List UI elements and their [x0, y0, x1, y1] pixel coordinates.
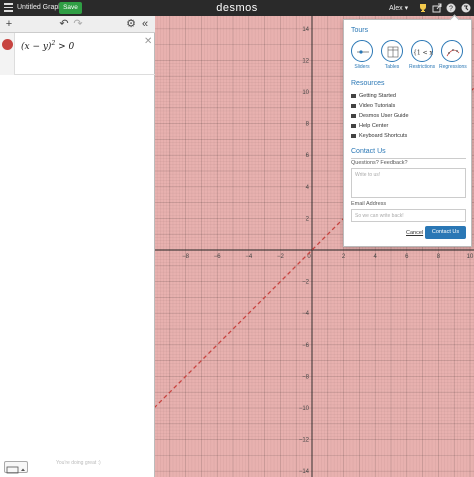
- menu-icon[interactable]: [4, 3, 13, 13]
- tour-label: Sliders: [354, 64, 370, 70]
- graph-color-icon[interactable]: [2, 39, 13, 50]
- x-tick-label: −6: [214, 254, 222, 260]
- y-tick-label: −4: [302, 311, 310, 317]
- delete-expression-icon[interactable]: ✕: [144, 36, 152, 47]
- tour-tables[interactable]: Tables: [379, 40, 405, 70]
- divider: [351, 158, 466, 159]
- expression-comparison: > 0: [55, 42, 75, 52]
- expression-panel: + ↶ ↷ ⚙ « (x − y)2 > 0 ✕ You're doing gr…: [0, 16, 155, 477]
- svg-text:?: ?: [449, 6, 453, 13]
- resource-getting-started[interactable]: Getting Started: [351, 93, 396, 99]
- resource-label: Keyboard Shortcuts: [359, 133, 408, 139]
- video-icon: [351, 103, 356, 108]
- tours-heading: Tours: [351, 27, 369, 34]
- resources-heading: Resources: [351, 80, 385, 87]
- y-tick-label: 12: [302, 58, 309, 64]
- save-button[interactable]: Save: [59, 2, 82, 14]
- rocket-icon: [351, 93, 356, 98]
- desmos-app: Untitled Graph Save desmos Alex ▾ ? + ↶ …: [0, 0, 474, 477]
- y-tick-label: 10: [302, 90, 309, 96]
- resource-video-tutorials[interactable]: Video Tutorials: [351, 103, 395, 109]
- expression-math[interactable]: (x − y)2 > 0: [21, 40, 74, 52]
- resource-keyboard-shortcuts[interactable]: Keyboard Shortcuts: [351, 133, 407, 139]
- resource-label: Desmos User Guide: [359, 113, 409, 119]
- x-tick-label: −2: [277, 254, 285, 260]
- y-tick-label: −14: [299, 469, 310, 475]
- expression-row[interactable]: (x − y)2 > 0 ✕: [0, 33, 155, 75]
- trophy-icon[interactable]: [418, 3, 428, 13]
- y-tick-label: 14: [302, 27, 309, 33]
- x-tick-label: −4: [245, 254, 253, 260]
- collapse-panel-icon[interactable]: «: [139, 18, 151, 30]
- undo-icon[interactable]: ↶: [58, 18, 70, 30]
- contact-us-button[interactable]: Contact Us: [425, 226, 466, 239]
- graph-title[interactable]: Untitled Graph: [17, 4, 62, 11]
- resource-label: Getting Started: [359, 93, 396, 99]
- regression-icon: [441, 40, 463, 62]
- expression-toolbar: + ↶ ↷ ⚙ «: [0, 16, 155, 33]
- email-input[interactable]: So we can write back!: [351, 209, 466, 222]
- top-header: Untitled Graph Save desmos Alex ▾ ?: [0, 0, 474, 16]
- y-tick-label: −10: [299, 406, 310, 412]
- settings-icon[interactable]: ⚙: [125, 18, 137, 30]
- cancel-link[interactable]: Cancel: [406, 230, 423, 236]
- tour-label: Restrictions: [409, 64, 436, 70]
- add-expression-icon[interactable]: +: [3, 18, 15, 30]
- tour-regressions[interactable]: Regressions: [439, 40, 467, 70]
- y-tick-label: −12: [299, 438, 310, 444]
- email-placeholder: So we can write back!: [355, 213, 404, 219]
- tour-label: Tables: [384, 64, 400, 70]
- x-tick-label: −8: [182, 254, 190, 260]
- restriction-icon: {1 < x: [411, 40, 434, 62]
- restriction-glyph: {1 < x: [413, 50, 433, 57]
- resource-label: Video Tutorials: [359, 103, 396, 109]
- redo-icon[interactable]: ↷: [72, 18, 84, 30]
- tour-label: Regressions: [439, 64, 467, 70]
- keyboard-icon: [351, 133, 356, 138]
- x-tick-label: 10: [467, 254, 474, 260]
- tour-restrictions[interactable]: {1 < x Restrictions: [409, 40, 435, 70]
- keyboard-icon: [6, 466, 25, 474]
- help-icon[interactable]: ?: [446, 3, 456, 13]
- tour-sliders[interactable]: Sliders: [349, 40, 375, 70]
- share-icon[interactable]: [432, 3, 442, 13]
- slider-icon: [351, 40, 373, 62]
- help-popover: Tours Sliders Tables {1 < x Restrictions…: [343, 14, 472, 247]
- table-icon: [381, 40, 403, 62]
- chat-icon: [351, 123, 356, 128]
- resource-help-center[interactable]: Help Center: [351, 123, 388, 129]
- expression-icon-column: [0, 33, 15, 75]
- y-tick-label: −2: [302, 280, 310, 286]
- resource-label: Help Center: [359, 123, 389, 129]
- user-name: Alex: [389, 5, 403, 12]
- resource-user-guide[interactable]: Desmos User Guide: [351, 113, 409, 119]
- y-tick-label: −8: [302, 374, 310, 380]
- expression-base: (x − y): [21, 42, 52, 52]
- footer-hint: You're doing great :): [56, 460, 101, 466]
- contact-heading: Contact Us: [351, 148, 386, 155]
- feedback-textarea[interactable]: Write to us!: [351, 168, 466, 198]
- y-tick-label: −6: [302, 343, 310, 349]
- feedback-label: Questions? Feedback?: [351, 160, 408, 166]
- globe-icon[interactable]: [461, 3, 471, 13]
- keyboard-toggle-button[interactable]: [4, 461, 28, 474]
- book-icon: [351, 113, 356, 118]
- email-label: Email Address: [351, 201, 387, 207]
- feedback-placeholder: Write to us!: [355, 172, 381, 178]
- user-menu[interactable]: Alex ▾: [389, 4, 408, 12]
